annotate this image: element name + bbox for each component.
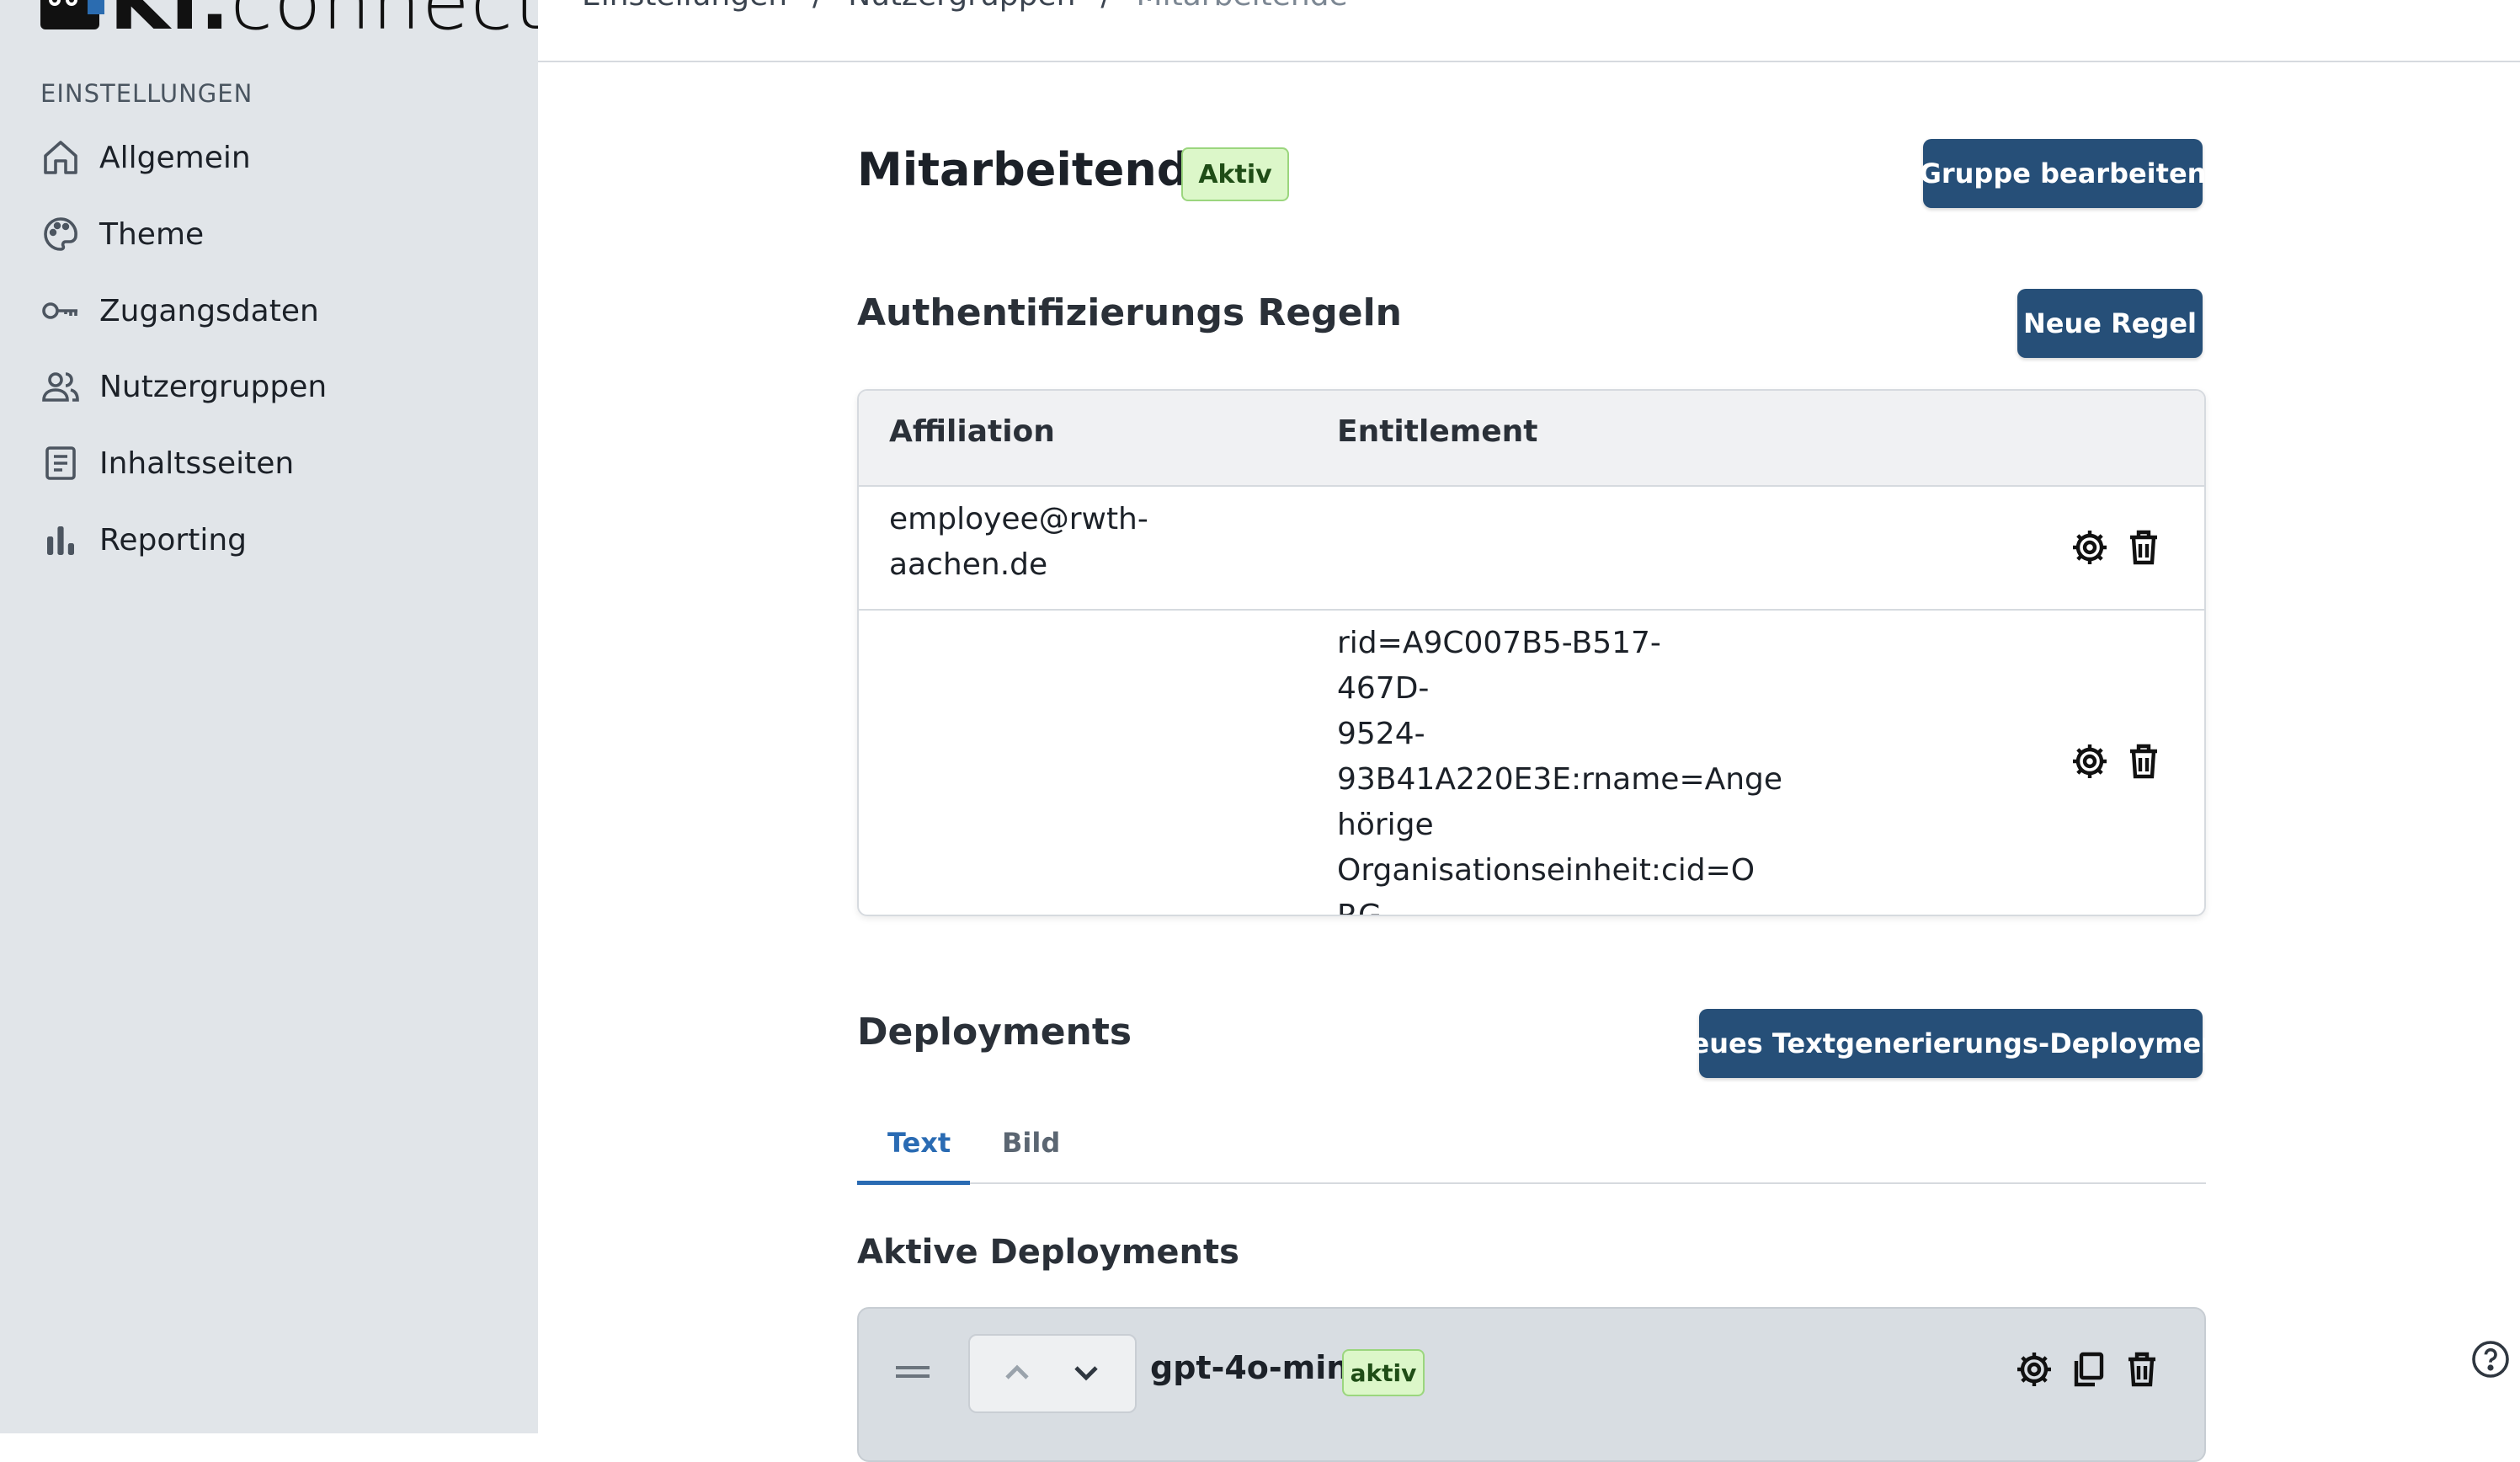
status-badge: Aktiv [1181,147,1289,201]
move-down-button[interactable] [1064,1351,1108,1395]
users-icon [42,372,79,402]
trash-icon [2128,1352,2155,1387]
deployment-tabs: Text Bild [857,1110,2206,1185]
sidebar-item-theme[interactable]: Theme [40,209,204,259]
table-header: Affiliation Entitlement [859,391,2204,487]
new-text-deployment-button[interactable]: Neues Textgenerierungs-Deployment [1669,1009,2233,1078]
breadcrumb-item-nutzergruppen[interactable]: Nutzergruppen [848,0,1075,13]
rule-settings-button[interactable] [2068,739,2112,783]
deployment-settings-button[interactable] [2012,1347,2056,1391]
active-deployments-title: Aktive Deployments [857,1233,1239,1272]
rule-delete-button[interactable] [2122,739,2166,783]
sidebar-item-label: Allgemein [99,140,251,175]
trash-icon [2130,530,2157,565]
gear-icon [2073,744,2107,778]
gear-icon [2073,531,2107,564]
rule-settings-button[interactable] [2068,526,2112,569]
trash-icon [2130,744,2157,779]
document-icon [45,446,76,480]
app-logo[interactable]: KI.connect [40,0,546,47]
chevron-up-icon [1005,1364,1029,1379]
tab-bild[interactable]: Bild [1002,1127,1060,1159]
move-up-button[interactable] [995,1351,1039,1395]
deployment-name: gpt-4o-mini [1150,1349,1361,1386]
bar-chart-icon [47,526,74,555]
deployment-status-badge: aktiv [1342,1349,1425,1396]
deployment-duplicate-button[interactable] [2066,1347,2110,1391]
sidebar-item-zugangsdaten[interactable]: Zugangsdaten [40,285,319,336]
rule-delete-button[interactable] [2122,526,2166,569]
entitlement-cell: rid=A9C007B5-B517-467D- 9524- 93B41A220E… [1337,626,1783,916]
sidebar-item-label: Theme [99,216,205,252]
logo-mark-icon [40,0,104,29]
table-row: rid=A9C007B5-B517-467D- 9524- 93B41A220E… [859,611,2204,916]
logo-text: KI.connect [109,0,546,47]
edit-group-button[interactable]: Gruppe bearbeiten [1920,139,2206,208]
rules-table: Affiliation Entitlement employee@rwth- a… [857,389,2206,916]
breadcrumb-separator: / [812,0,823,13]
key-icon [42,302,77,319]
gear-icon [2017,1353,2051,1386]
sidebar-item-label: Reporting [99,522,248,558]
breadcrumb: Einstellungen / Nutzergruppen / Mitarbei… [582,0,1348,13]
deployment-delete-button[interactable] [2120,1347,2164,1391]
new-rule-button[interactable]: Neue Regel [2017,289,2203,358]
rules-section-title: Authentifizierungs Regeln [857,291,1402,334]
breadcrumb-item-einstellungen[interactable]: Einstellungen [582,0,787,13]
table-row: employee@rwth- aachen.de [859,487,2204,611]
column-header-entitlement: Entitlement [1337,414,1538,449]
copy-icon [2074,1352,2104,1387]
sidebar-item-reporting[interactable]: Reporting [40,515,247,565]
breadcrumb-item-current: Mitarbeitende [1137,0,1348,13]
order-stepper [968,1334,1137,1413]
affiliation-cell: employee@rwth- aachen.de [889,502,1148,582]
sidebar: KI.connect EINSTELLUNGEN Allgemein Theme… [0,0,544,1433]
tab-text[interactable]: Text [887,1127,951,1159]
sidebar-item-inhaltsseiten[interactable]: Inhaltsseiten [40,438,294,488]
sidebar-item-label: Zugangsdaten [99,293,319,328]
column-header-affiliation: Affiliation [889,414,1055,449]
chevron-down-icon [1074,1366,1098,1381]
deployment-card: gpt-4o-mini aktiv [857,1307,2206,1462]
breadcrumb-separator: / [1100,0,1111,13]
active-tab-indicator [857,1181,970,1185]
drag-handle-icon[interactable] [896,1366,930,1369]
sidebar-item-label: Inhaltsseiten [99,446,295,481]
sidebar-item-label: Nutzergruppen [99,369,328,404]
home-icon [44,141,77,174]
nav-heading: EINSTELLUNGEN [40,79,253,108]
help-icon[interactable] [2470,1339,2511,1379]
palette-icon [44,217,77,251]
deployments-section-title: Deployments [857,1011,1132,1054]
top-bar: Einstellungen / Nutzergruppen / Mitarbei… [538,0,2520,62]
page-title: Mitarbeitende [857,143,1221,196]
sidebar-item-nutzergruppen[interactable]: Nutzergruppen [40,361,327,412]
sidebar-item-allgemein[interactable]: Allgemein [40,132,251,183]
